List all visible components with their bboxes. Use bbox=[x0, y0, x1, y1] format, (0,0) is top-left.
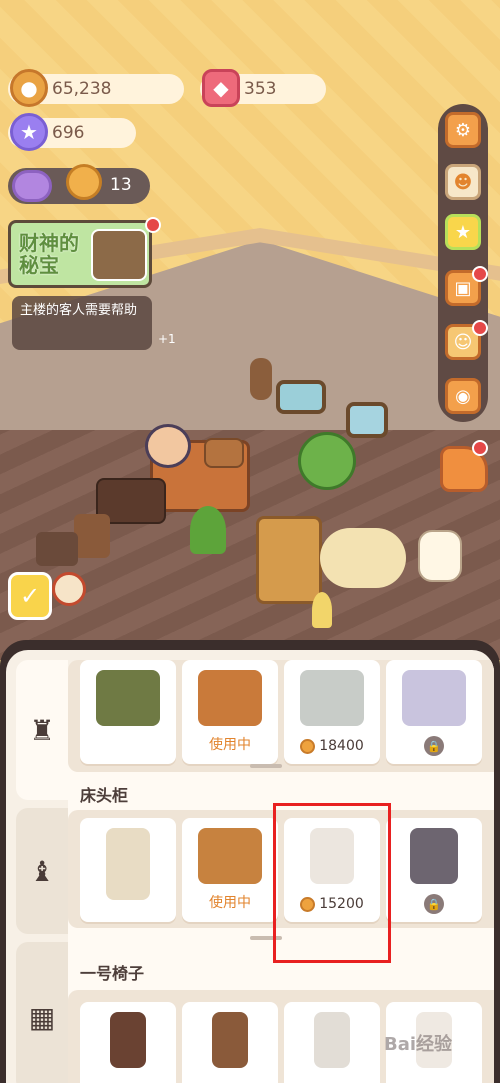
section-title: 床头柜 bbox=[80, 786, 129, 805]
lion-value: 13 bbox=[110, 175, 132, 195]
brush-icon: ♝ bbox=[29, 854, 55, 888]
lock-icon: 🔒 bbox=[424, 736, 444, 756]
armchair-icon: ♜ bbox=[29, 713, 55, 747]
fan[interactable] bbox=[52, 572, 86, 606]
gem-counter[interactable]: ◆ 353 bbox=[200, 69, 326, 107]
item-card[interactable]: 使用中 bbox=[182, 660, 278, 764]
quest-banner[interactable]: 主楼的客人需要帮助 bbox=[12, 296, 152, 350]
nightstand-dark-art bbox=[410, 828, 458, 884]
selection-highlight-box bbox=[273, 803, 391, 963]
checklist-button[interactable]: ✓ bbox=[8, 572, 52, 620]
chair-dark-art bbox=[110, 1012, 146, 1068]
coin-icon bbox=[300, 738, 316, 754]
toilet[interactable] bbox=[418, 530, 462, 582]
gear-icon[interactable]: ⚙ bbox=[445, 112, 481, 148]
star-icon: ★ bbox=[10, 113, 48, 151]
party-notification-dot bbox=[472, 440, 488, 456]
section-title: 一号椅子 bbox=[80, 964, 145, 983]
notebook-icon[interactable]: ☻ bbox=[445, 164, 481, 200]
bed-green-art bbox=[96, 670, 160, 726]
orange-tree[interactable] bbox=[298, 432, 356, 490]
in-use-label: 使用中 bbox=[209, 895, 251, 911]
tab-furniture[interactable]: ♜ bbox=[16, 660, 68, 800]
lamp-table-art bbox=[106, 828, 150, 900]
tv[interactable] bbox=[36, 532, 78, 566]
rug bbox=[320, 528, 406, 588]
gem-value: 353 bbox=[244, 79, 277, 99]
nightstand-wood-art bbox=[198, 828, 262, 884]
star-counter[interactable]: ★ 696 bbox=[8, 113, 136, 151]
item-card[interactable]: 🔒 bbox=[386, 818, 482, 922]
scroll-indicator bbox=[250, 764, 282, 768]
category-tabs: ♜ ♝ ▦ bbox=[16, 660, 68, 1083]
camera-icon[interactable]: ◉ bbox=[445, 378, 481, 414]
item-card[interactable]: 18400 bbox=[284, 660, 380, 764]
price-value: 18400 bbox=[319, 738, 364, 754]
shop-panel: ♜ ♝ ▦ 使用中 18400 🔒 床头柜 使用中 15200 🔒 一号椅子 bbox=[6, 650, 494, 1083]
bed-purple-art bbox=[402, 670, 466, 726]
coin-icon: ● bbox=[10, 69, 48, 107]
nightstand[interactable] bbox=[204, 438, 244, 468]
bed-orange-art bbox=[198, 670, 262, 726]
bag-notification-dot bbox=[472, 266, 488, 282]
chair[interactable] bbox=[74, 514, 110, 558]
item-card[interactable] bbox=[284, 1002, 380, 1083]
in-use-label: 使用中 bbox=[209, 737, 251, 753]
coin-value: 65,238 bbox=[52, 79, 112, 99]
cloud-icon bbox=[12, 170, 52, 202]
wall-picture[interactable] bbox=[276, 380, 326, 414]
lamp[interactable] bbox=[312, 592, 332, 628]
lion-icon bbox=[66, 164, 102, 200]
coin-counter[interactable]: ● 65,238 bbox=[8, 69, 184, 107]
item-card[interactable] bbox=[182, 1002, 278, 1083]
chair-bear-art bbox=[212, 1012, 248, 1068]
event-title: 财神的秘宝 bbox=[19, 231, 79, 277]
item-card[interactable] bbox=[80, 1002, 176, 1083]
clock[interactable] bbox=[250, 358, 272, 400]
item-card[interactable] bbox=[80, 660, 176, 764]
potted-plant[interactable] bbox=[190, 506, 226, 554]
chair-white-art bbox=[314, 1012, 350, 1068]
character[interactable] bbox=[145, 424, 191, 468]
tab-storage[interactable]: ▦ bbox=[16, 942, 68, 1083]
gem-icon: ◆ bbox=[202, 69, 240, 107]
item-card[interactable]: 🔒 bbox=[386, 660, 482, 764]
event-art bbox=[91, 229, 147, 281]
box-icon: ▦ bbox=[28, 1000, 56, 1034]
wardrobe[interactable] bbox=[256, 516, 322, 604]
side-menu-rail bbox=[438, 104, 488, 422]
watermark: Bai经验 bbox=[384, 1034, 453, 1055]
item-card[interactable] bbox=[80, 818, 176, 922]
friends-notification-dot bbox=[472, 320, 488, 336]
quest-plus-badge: +1 bbox=[158, 332, 176, 346]
lion-counter[interactable]: 13 bbox=[8, 164, 150, 204]
item-card[interactable]: 使用中 bbox=[182, 818, 278, 922]
bed-gray-art bbox=[300, 670, 364, 726]
star-value: 696 bbox=[52, 123, 85, 143]
tab-clothing[interactable]: ♝ bbox=[16, 808, 68, 934]
room-scene[interactable]: ● 65,238 ◆ 353 ★ 696 13 财神的秘宝 主楼的客人需要帮助 … bbox=[0, 0, 500, 660]
event-card[interactable]: 财神的秘宝 bbox=[8, 217, 161, 288]
wall-picture-2[interactable] bbox=[346, 402, 388, 438]
lock-icon: 🔒 bbox=[424, 894, 444, 914]
star-task-icon[interactable]: ★ bbox=[445, 214, 481, 250]
price: 18400 bbox=[284, 738, 380, 754]
event-notification-dot bbox=[145, 217, 161, 233]
quest-text: 主楼的客人需要帮助 bbox=[20, 303, 138, 318]
